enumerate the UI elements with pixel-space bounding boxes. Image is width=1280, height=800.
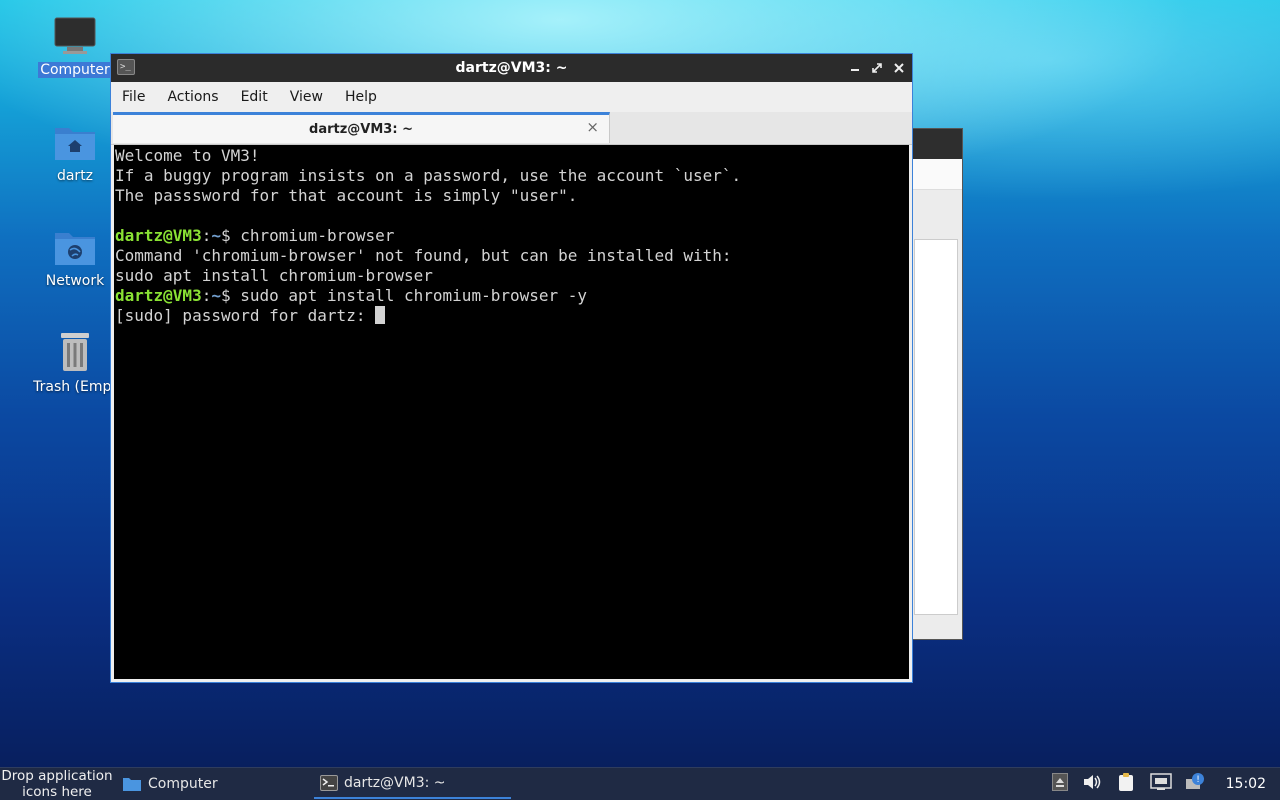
- terminal-line: sudo apt install chromium-browser: [115, 266, 433, 285]
- volume-icon[interactable]: [1082, 773, 1102, 795]
- eject-icon[interactable]: [1051, 773, 1068, 795]
- menu-help[interactable]: Help: [334, 89, 388, 105]
- terminal-line: Command 'chromium-browser' not found, bu…: [115, 246, 732, 265]
- close-icon[interactable]: [892, 61, 906, 75]
- desktop-icon-home[interactable]: dartz: [30, 122, 120, 184]
- tab-label: dartz@VM3: ~: [309, 121, 413, 137]
- terminal-titlebar[interactable]: >_ dartz@VM3: ~: [111, 54, 912, 82]
- tab-close-icon[interactable]: ×: [586, 118, 599, 136]
- drop-hint-line: Drop application: [1, 768, 113, 784]
- prompt-user-host: dartz@VM3: [115, 286, 202, 305]
- taskbar-item-terminal[interactable]: dartz@VM3: ~: [314, 768, 511, 799]
- terminal-prompt-line: dartz@VM3:~$ chromium-browser: [115, 226, 908, 246]
- terminal-icon: [320, 774, 338, 791]
- terminal-line: The passsword for that account is simply…: [115, 186, 578, 205]
- background-window-titlebar: [906, 129, 962, 159]
- prompt-user-host: dartz@VM3: [115, 226, 202, 245]
- computer-icon: [54, 17, 96, 54]
- taskbar-item-label: dartz@VM3: ~: [344, 774, 446, 791]
- desktop-icon-label: dartz: [56, 168, 94, 184]
- network-folder-icon: [55, 233, 95, 265]
- menu-actions[interactable]: Actions: [156, 89, 229, 105]
- window-controls: [848, 54, 906, 82]
- system-tray: ! 15:02: [1051, 768, 1280, 800]
- terminal-output[interactable]: Welcome to VM3! If a buggy program insist…: [114, 145, 909, 679]
- background-window-content: [914, 239, 958, 615]
- prompt-path: ~: [211, 226, 221, 245]
- svg-text:!: !: [1196, 775, 1200, 785]
- background-window-toolbar: [906, 159, 962, 190]
- terminal-prompt-line: dartz@VM3:~$ sudo apt install chromium-b…: [115, 286, 908, 306]
- terminal-app-icon[interactable]: >_: [117, 59, 135, 75]
- taskbar-item-computer[interactable]: Computer: [116, 768, 224, 799]
- terminal-line: Welcome to VM3!: [115, 146, 260, 165]
- folder-icon: [123, 777, 141, 791]
- taskbar: Drop application icons here Computer dar…: [0, 767, 1280, 800]
- launcher-drop-zone[interactable]: Drop application icons here: [0, 768, 114, 800]
- network-wired-icon[interactable]: [1149, 773, 1172, 795]
- desktop-icon-network[interactable]: Network: [30, 227, 120, 289]
- update-notification-icon[interactable]: !: [1185, 773, 1206, 795]
- home-folder-icon: [55, 128, 95, 160]
- maximize-icon[interactable]: [870, 61, 884, 75]
- desktop-icon-label: Trash (Empt: [33, 379, 117, 395]
- window-title: dartz@VM3: ~: [455, 60, 568, 76]
- taskbar-item-label: Computer: [148, 775, 218, 792]
- desktop-icon-trash[interactable]: Trash (Empt: [30, 331, 120, 395]
- desktop-icon-label: Computer: [38, 62, 112, 78]
- tab-terminal[interactable]: dartz@VM3: ~ ×: [113, 112, 610, 143]
- terminal-line: If a buggy program insists on a password…: [115, 166, 742, 185]
- terminal-password-line: [sudo] password for dartz:: [115, 306, 908, 326]
- menu-edit[interactable]: Edit: [230, 89, 279, 105]
- prompt-separator: :: [201, 286, 212, 305]
- prompt-separator: :: [201, 226, 212, 245]
- prompt-command: $ chromium-browser: [220, 226, 395, 245]
- menu-file[interactable]: File: [111, 89, 156, 105]
- desktop-icon-label: Network: [45, 273, 105, 289]
- prompt-path: ~: [211, 286, 221, 305]
- terminal-window[interactable]: >_ dartz@VM3: ~ File Actions Edit View H…: [110, 53, 913, 683]
- menu-view[interactable]: View: [279, 89, 334, 105]
- background-window[interactable]: [905, 128, 963, 640]
- clock[interactable]: 15:02: [1226, 776, 1266, 792]
- menu-bar: File Actions Edit View Help: [111, 82, 912, 112]
- clipboard-icon[interactable]: [1116, 772, 1136, 796]
- tab-bar: dartz@VM3: ~ ×: [111, 112, 912, 145]
- minimize-icon[interactable]: [848, 61, 862, 75]
- sudo-password-prompt: [sudo] password for dartz:: [115, 306, 376, 325]
- desktop-icon-computer[interactable]: Computer: [30, 16, 120, 78]
- trash-icon: [61, 333, 89, 371]
- prompt-command: $ sudo apt install chromium-browser -y: [220, 286, 588, 305]
- drop-hint-line: icons here: [22, 784, 92, 800]
- terminal-cursor[interactable]: [375, 306, 386, 324]
